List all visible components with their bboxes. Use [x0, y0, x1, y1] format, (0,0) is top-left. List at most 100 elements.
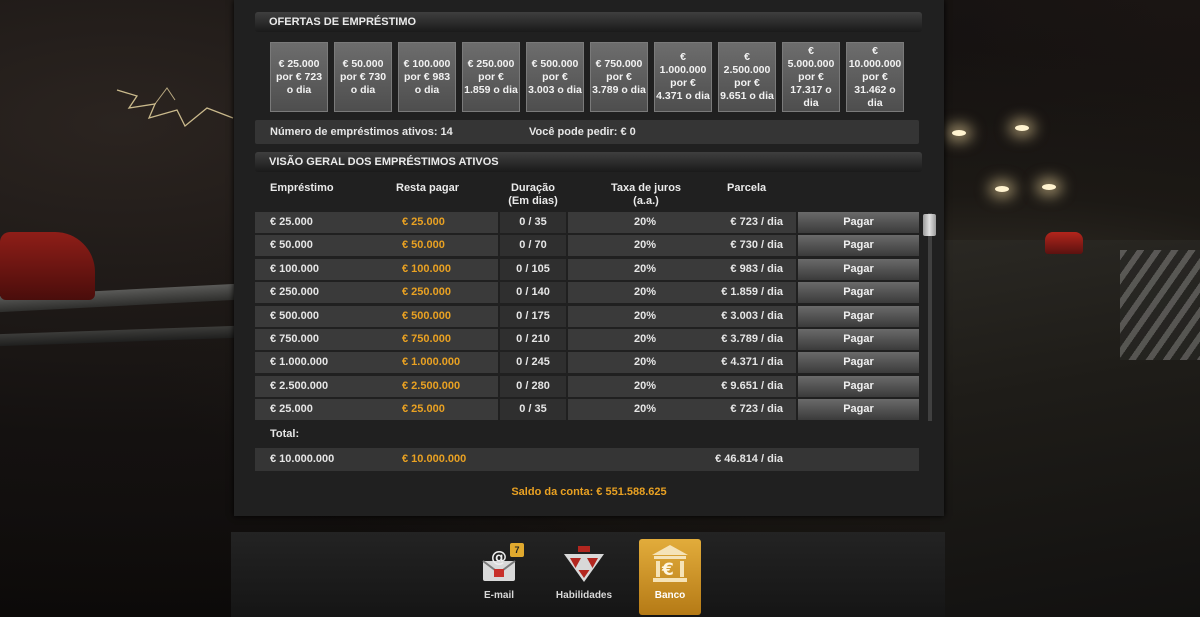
loan-offer-button[interactable]: € 100.000 por € 983 o dia — [398, 42, 456, 112]
loan-info-bar: Número de empréstimos ativos: 14 Você po… — [255, 120, 919, 144]
table-scrollbar-thumb[interactable] — [923, 214, 936, 236]
loan-installment: € 4.371 / dia — [721, 356, 783, 368]
pay-button[interactable]: Pagar — [798, 235, 919, 256]
header-loan: Empréstimo — [270, 182, 334, 194]
loan-duration: 0 / 35 — [500, 399, 566, 420]
pay-button[interactable]: Pagar — [798, 399, 919, 420]
overview-section-header: VISÃO GERAL DOS EMPRÉSTIMOS ATIVOS — [255, 152, 922, 172]
pay-button[interactable]: Pagar — [798, 352, 919, 373]
background-barrier — [1120, 250, 1200, 360]
header-duration: Duração (Em dias) — [500, 182, 566, 208]
loan-offer-button[interactable]: € 250.000 por € 1.859 o dia — [462, 42, 520, 112]
loan-offer-button[interactable]: € 500.000 por € 3.003 o dia — [526, 42, 584, 112]
loan-rate: 20% — [633, 403, 657, 415]
skills-icon — [564, 546, 604, 582]
pay-button[interactable]: Pagar — [798, 376, 919, 397]
skills-button[interactable]: Habilidades — [553, 539, 615, 615]
svg-text:€: € — [661, 560, 674, 580]
can-borrow-amount: Você pode pedir: € 0 — [529, 126, 636, 138]
total-row: € 10.000.000 € 10.000.000 € 46.814 / dia — [255, 448, 919, 471]
skills-label: Habilidades — [555, 590, 613, 601]
loan-amount: € 2.500.000 — [255, 376, 498, 397]
loan-offer-button[interactable]: € 1.000.000 por € 4.371 o dia — [654, 42, 712, 112]
loan-row: € 250.000 0 / 140 € 250.000 20% € 1.859 / di… — [255, 282, 919, 303]
loan-row: € 500.000 0 / 175 € 500.000 20% € 3.003 / di… — [255, 306, 919, 327]
loan-installment: € 3.003 / dia — [721, 310, 783, 322]
loan-remaining: € 25.000 — [402, 216, 445, 228]
loan-rate: 20% — [633, 356, 657, 368]
loan-rate: 20% — [633, 286, 657, 298]
loan-remaining: € 100.000 — [402, 263, 451, 275]
loan-rate: 20% — [633, 380, 657, 392]
loan-remaining: € 500.000 — [402, 310, 451, 322]
background-car-distant — [1045, 232, 1083, 254]
loan-offer-button[interactable]: € 2.500.000 por € 9.651 o dia — [718, 42, 776, 112]
loan-amount: € 1.000.000 — [255, 352, 498, 373]
loan-rate: 20% — [633, 239, 657, 251]
pay-button[interactable]: Pagar — [798, 329, 919, 350]
loan-offer-button[interactable]: € 25.000 por € 723 o dia — [270, 42, 328, 112]
loan-amount: € 100.000 — [255, 259, 498, 280]
loan-remaining: € 50.000 — [402, 239, 445, 251]
loan-duration: 0 / 70 — [500, 235, 566, 256]
pay-button[interactable]: Pagar — [798, 259, 919, 280]
loan-amount: € 25.000 — [255, 399, 498, 420]
loan-duration: 0 / 35 — [500, 212, 566, 233]
loan-installment: € 9.651 / dia — [721, 380, 783, 392]
loan-offer-button[interactable]: € 750.000 por € 3.789 o dia — [590, 42, 648, 112]
loan-amount: € 750.000 — [255, 329, 498, 350]
table-scrollbar-track[interactable] — [928, 213, 932, 421]
loan-duration: 0 / 105 — [500, 259, 566, 280]
active-loans-count: Número de empréstimos ativos: 14 — [270, 126, 453, 138]
svg-text:@: @ — [491, 547, 507, 566]
loan-row: € 50.000 0 / 70 € 50.000 20% € 730 / dia Paga… — [255, 235, 919, 256]
email-label: E-mail — [483, 590, 514, 601]
email-unread-badge: 7 — [510, 543, 524, 557]
background-car — [0, 232, 95, 300]
loan-installment: € 1.859 / dia — [721, 286, 783, 298]
account-balance: Saldo da conta: € 551.588.625 — [511, 486, 667, 498]
loan-remaining: € 1.000.000 — [402, 356, 461, 368]
loan-remaining: € 250.000 — [402, 286, 451, 298]
header-rate-title: Taxa de juros — [610, 182, 682, 194]
loan-installment: € 723 / dia — [730, 403, 783, 415]
street-lamp — [995, 186, 1009, 192]
pay-button[interactable]: Pagar — [798, 212, 919, 233]
loan-row: € 25.000 0 / 35 € 25.000 20% € 723 / dia Paga… — [255, 212, 919, 233]
pay-button[interactable]: Pagar — [798, 306, 919, 327]
loan-rate: 20% — [633, 263, 657, 275]
loan-row: € 2.500.000 0 / 280 € 2.500.000 20% € 9.651 … — [255, 376, 919, 397]
loan-row: € 750.000 0 / 210 € 750.000 20% € 3.789 / di… — [255, 329, 919, 350]
loan-installment: € 723 / dia — [730, 216, 783, 228]
bank-icon: € — [652, 545, 688, 582]
loan-duration: 0 / 210 — [500, 329, 566, 350]
total-loan: € 10.000.000 — [270, 453, 335, 465]
header-rate: Taxa de juros (a.a.) — [596, 182, 696, 208]
header-duration-title: Duração — [510, 182, 556, 194]
header-duration-sub: (Em dias) — [508, 195, 558, 207]
bank-button[interactable]: € Banco — [639, 539, 701, 615]
loan-offer-button[interactable]: € 50.000 por € 730 o dia — [334, 42, 392, 112]
loan-amount: € 50.000 — [255, 235, 498, 256]
loan-amount: € 250.000 — [255, 282, 498, 303]
loan-duration: 0 / 175 — [500, 306, 566, 327]
loan-installment: € 3.789 / dia — [721, 333, 783, 345]
pay-button[interactable]: Pagar — [798, 282, 919, 303]
offers-section-header: OFERTAS DE EMPRÉSTIMO — [255, 12, 922, 32]
loan-offer-button[interactable]: € 10.000.000 por € 31.462 o dia — [846, 42, 904, 112]
loan-remaining: € 25.000 — [402, 403, 445, 415]
loan-amount: € 25.000 — [255, 212, 498, 233]
street-lamp — [1015, 125, 1029, 131]
loan-remaining: € 750.000 — [402, 333, 451, 345]
street-lamp — [952, 130, 966, 136]
loan-duration: 0 / 280 — [500, 376, 566, 397]
total-remaining: € 10.000.000 — [402, 453, 467, 465]
loan-rate: 20% — [633, 333, 657, 345]
loan-amount: € 500.000 — [255, 306, 498, 327]
total-installment: € 46.814 / dia — [715, 453, 783, 465]
header-remaining: Resta pagar — [396, 182, 459, 194]
street-lamp — [1042, 184, 1056, 190]
bank-label: Banco — [654, 590, 686, 601]
loan-offer-button[interactable]: € 5.000.000 por € 17.317 o dia — [782, 42, 840, 112]
background-guardrail-lower — [0, 325, 235, 347]
